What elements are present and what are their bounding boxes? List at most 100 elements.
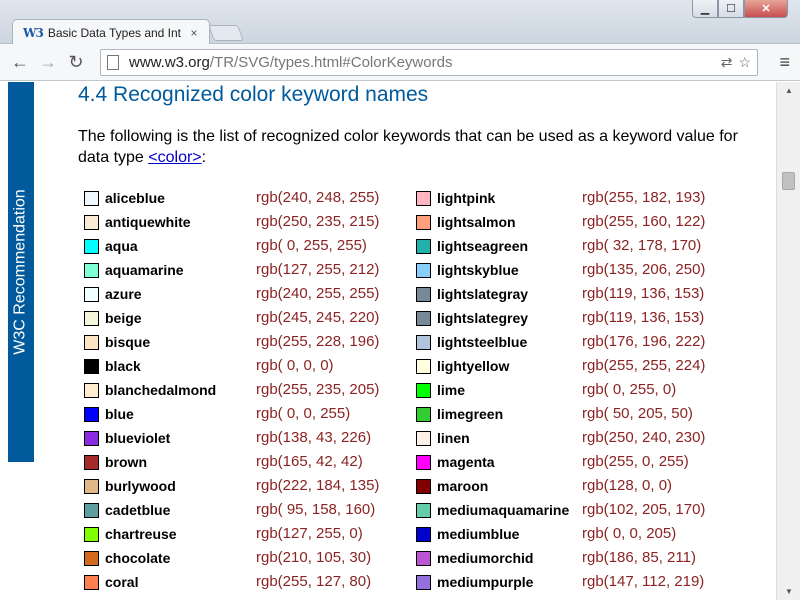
color-swatch — [84, 310, 99, 326]
color-keyword: cadetblue — [105, 502, 171, 518]
color-row: chartreuse — [84, 522, 177, 546]
maximize-button[interactable]: ☐ — [718, 0, 744, 18]
color-row: lightseagreen — [416, 234, 528, 258]
menu-icon[interactable]: ≡ — [779, 52, 790, 73]
color-row: lime — [416, 378, 465, 402]
translate-icon[interactable]: ⇄ — [721, 54, 733, 71]
intro-paragraph: The following is the list of recognized … — [78, 126, 768, 168]
color-rgb-value: rgb(119, 136, 153) — [582, 285, 705, 302]
color-keyword: aquamarine — [105, 262, 184, 278]
color-keyword: beige — [105, 310, 142, 326]
scroll-up-icon[interactable]: ▲ — [777, 82, 800, 99]
color-swatch — [416, 454, 431, 470]
color-row: aqua — [84, 234, 138, 258]
color-rgb-value: rgb(240, 255, 255) — [256, 285, 380, 302]
color-swatch — [84, 238, 99, 254]
color-rgb-value: rgb(176, 196, 222) — [582, 333, 706, 350]
page-icon — [107, 55, 119, 70]
color-keyword: lightslategrey — [437, 310, 529, 326]
color-rgb-value: rgb( 95, 158, 160) — [256, 501, 376, 518]
color-swatch — [416, 358, 431, 374]
w3c-favicon-icon: W3 — [23, 25, 44, 40]
color-swatch — [416, 574, 431, 590]
color-row: chocolate — [84, 546, 170, 570]
color-swatch — [84, 406, 99, 422]
color-row: bisque — [84, 330, 150, 354]
tab-basic-data-types[interactable]: W3 Basic Data Types and Inter × — [12, 19, 210, 45]
color-rgb-value: rgb( 0, 255, 255) — [256, 237, 367, 254]
color-keyword: mediumblue — [437, 526, 520, 542]
color-keyword: linen — [437, 430, 470, 446]
tab-close-icon[interactable]: × — [187, 26, 201, 40]
color-keyword: blanchedalmond — [105, 382, 217, 398]
new-tab-button[interactable] — [208, 25, 244, 41]
color-swatch — [416, 238, 431, 254]
color-row: coral — [84, 570, 138, 594]
color-swatch — [416, 550, 431, 566]
color-rgb-value: rgb(127, 255, 212) — [256, 261, 380, 278]
color-row: antiquewhite — [84, 210, 191, 234]
vertical-scrollbar[interactable]: ▲ ▼ — [776, 82, 800, 600]
color-swatch — [84, 190, 99, 206]
color-rgb-value: rgb(102, 205, 170) — [582, 501, 706, 518]
browser-toolbar: ← → ↻ www.w3.org/TR/SVG/types.html#Color… — [0, 44, 800, 81]
color-keyword: mediumorchid — [437, 550, 534, 566]
color-keyword: mediumaquamarine — [437, 502, 570, 518]
color-swatch — [416, 214, 431, 230]
color-rgb-value: rgb(119, 136, 153) — [582, 309, 705, 326]
color-swatch — [416, 382, 431, 398]
w3c-recommendation-stripe[interactable]: W3C Recommendation — [8, 82, 34, 462]
color-row: lightslategray — [416, 282, 528, 306]
color-swatch — [84, 358, 99, 374]
title-bar: W3 Basic Data Types and Inter × ▁ ☐ ✕ — [0, 0, 800, 45]
reload-button[interactable]: ↻ — [62, 48, 90, 76]
color-row: blueviolet — [84, 426, 170, 450]
color-rgb-value: rgb(255, 160, 122) — [582, 213, 706, 230]
color-row: brown — [84, 450, 147, 474]
color-rgb-value: rgb(245, 245, 220) — [256, 309, 380, 326]
scrollbar-thumb[interactable] — [782, 172, 795, 190]
w3c-stripe-label: W3C Recommendation — [12, 189, 29, 355]
color-rgb-value: rgb( 0, 0, 0) — [256, 357, 334, 374]
color-keyword: magenta — [437, 454, 495, 470]
color-rgb-value: rgb(138, 43, 226) — [256, 429, 372, 446]
color-rgb-value: rgb(255, 0, 255) — [582, 453, 689, 470]
back-button[interactable]: ← — [6, 48, 34, 76]
color-type-link[interactable]: <color> — [148, 149, 201, 166]
color-keyword: azure — [105, 286, 142, 302]
color-swatch — [416, 190, 431, 206]
close-window-button[interactable]: ✕ — [744, 0, 788, 18]
color-keyword: maroon — [437, 478, 489, 494]
color-row: blue — [84, 402, 134, 426]
color-rgb-value: rgb(128, 0, 0) — [582, 477, 673, 494]
color-swatch — [84, 430, 99, 446]
color-keyword: bisque — [105, 334, 151, 350]
color-swatch — [84, 502, 99, 518]
color-keyword: brown — [105, 454, 147, 470]
color-rgb-value: rgb(127, 255, 0) — [256, 525, 363, 542]
color-keyword: black — [105, 358, 141, 374]
scroll-down-icon[interactable]: ▼ — [777, 583, 800, 600]
address-bar[interactable]: www.w3.org/TR/SVG/types.html#ColorKeywor… — [100, 49, 758, 76]
color-row: lightpink — [416, 186, 495, 210]
color-keyword: lightyellow — [437, 358, 510, 374]
bookmark-star-icon[interactable]: ☆ — [738, 54, 751, 71]
color-rgb-value: rgb(255, 235, 205) — [256, 381, 380, 398]
color-keyword: lightseagreen — [437, 238, 529, 254]
color-swatch — [416, 262, 431, 278]
url-path: /TR/SVG/types.html#ColorKeywords — [209, 54, 453, 71]
color-swatch — [84, 262, 99, 278]
color-swatch — [84, 334, 99, 350]
minimize-button[interactable]: ▁ — [692, 0, 718, 18]
color-swatch — [84, 382, 99, 398]
color-swatch — [84, 550, 99, 566]
color-keyword: blue — [105, 406, 134, 422]
forward-button[interactable]: → — [34, 48, 62, 76]
color-swatch — [84, 214, 99, 230]
color-row: lightsalmon — [416, 210, 516, 234]
color-row: maroon — [416, 474, 488, 498]
color-row: blanchedalmond — [84, 378, 216, 402]
url-host: www.w3.org — [129, 54, 210, 71]
page-viewport: W3C Recommendation 4.4 Recognized color … — [0, 82, 776, 600]
color-row: aquamarine — [84, 258, 184, 282]
